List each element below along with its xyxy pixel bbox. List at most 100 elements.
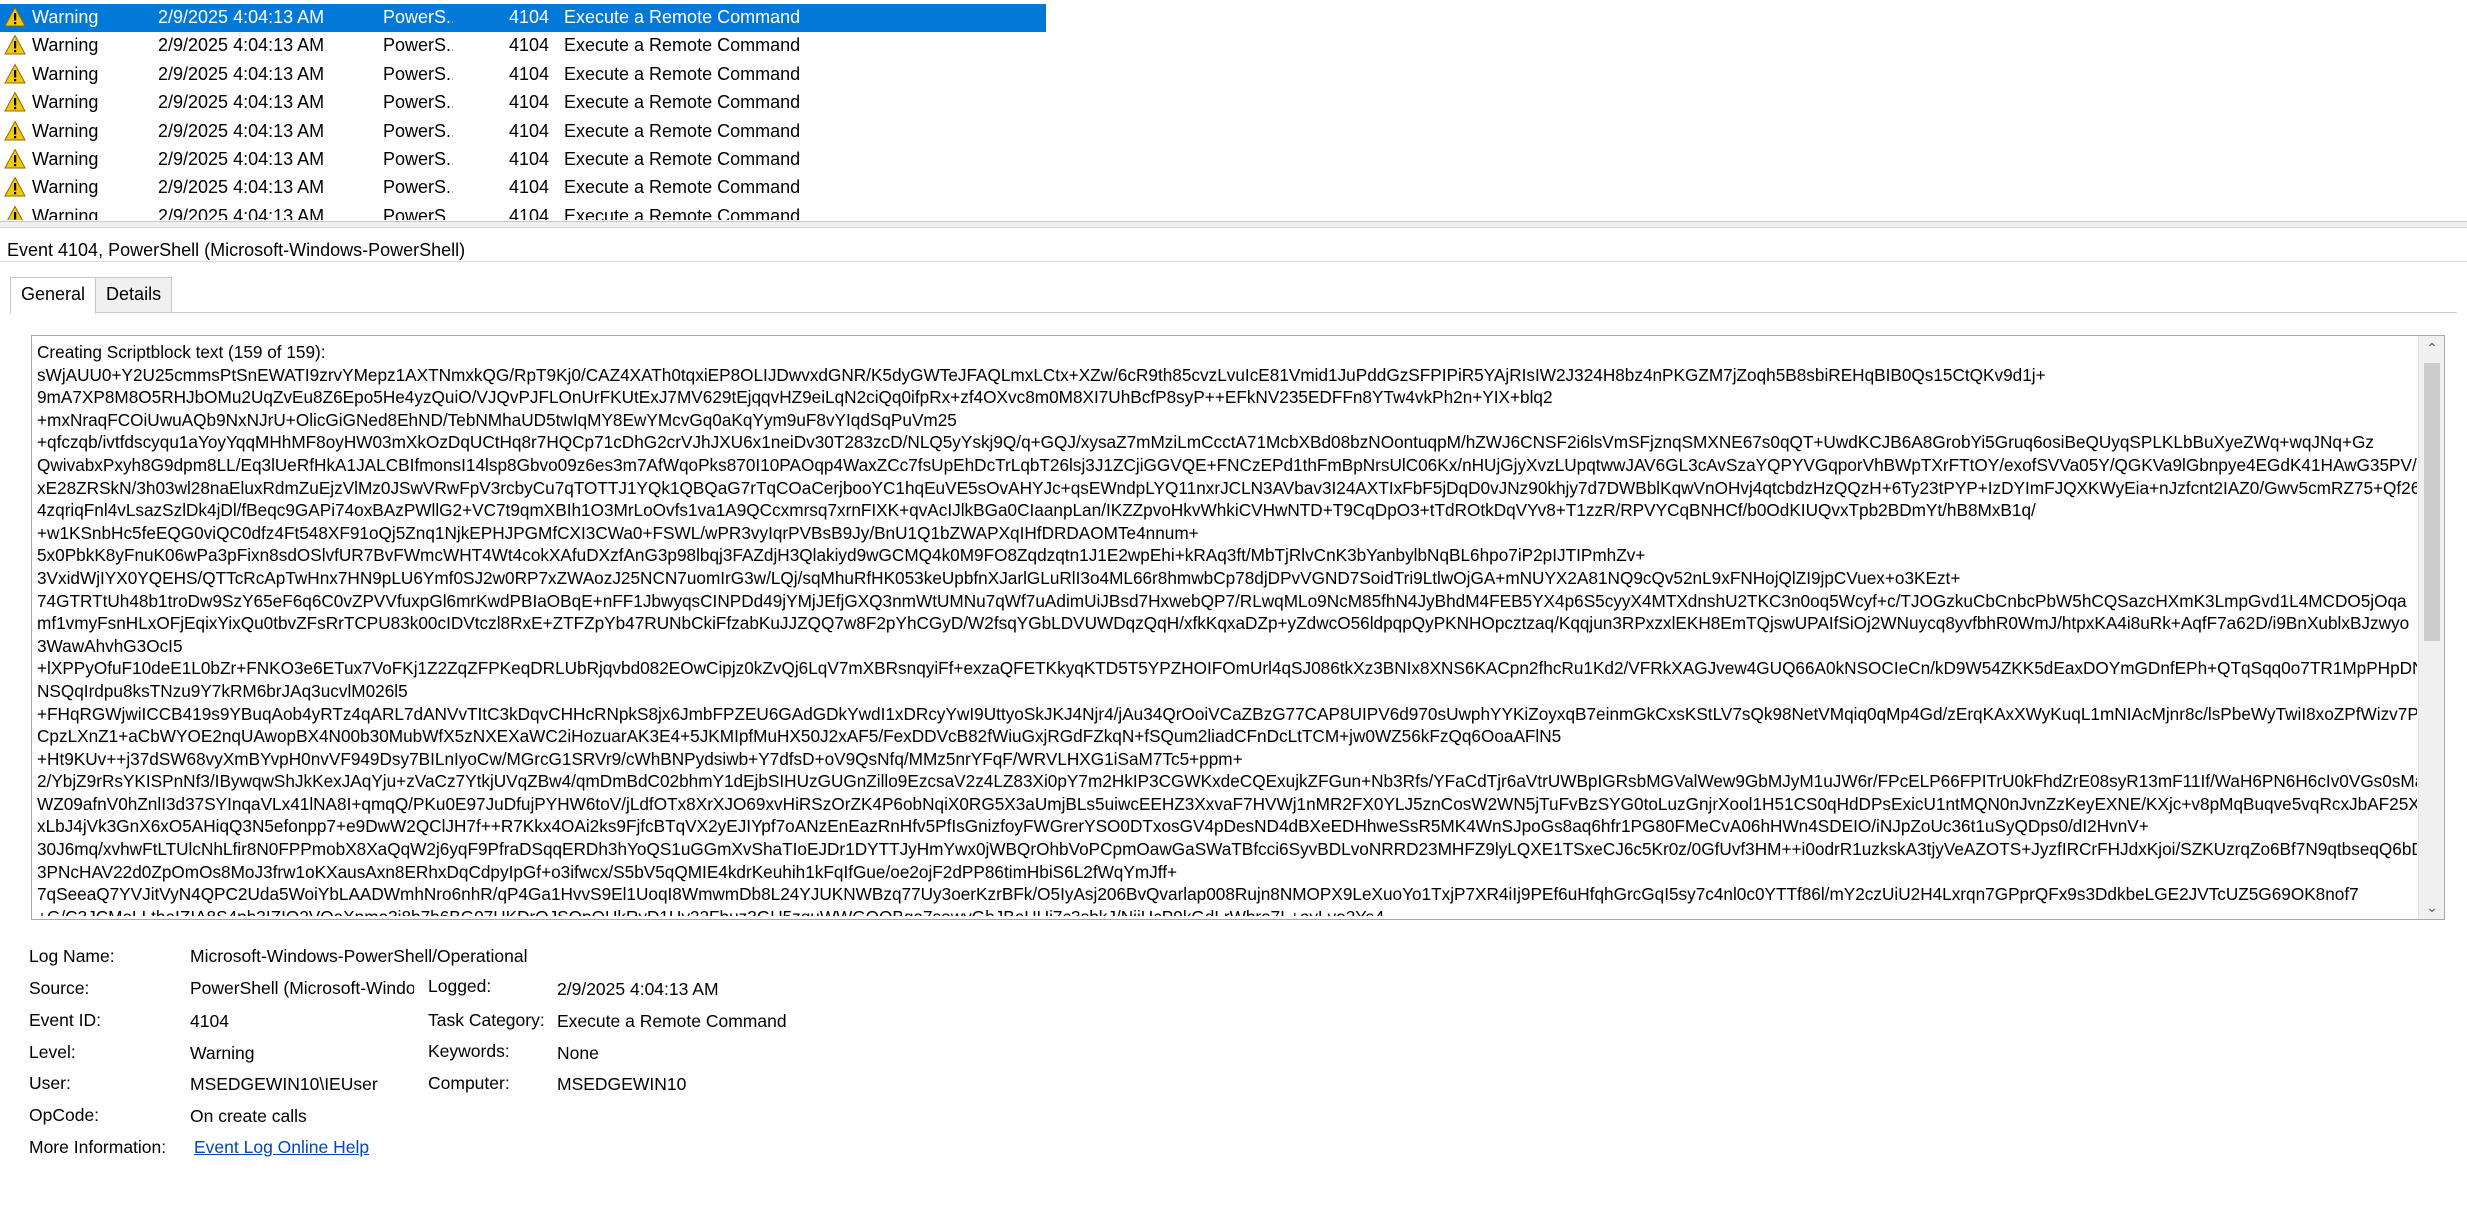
message-line: 74GTRTtUh48b1troDw9SzY65eF6q6C0vZPVVfuxp… <box>37 590 2407 611</box>
event-message-text[interactable]: Creating Scriptblock text (159 of 159): s… <box>37 341 2417 916</box>
message-line: +qfczqb/ivtfdscyqu1aYoyYqqMHhMF8oyHW03mX… <box>37 432 2374 453</box>
event-level: Warning <box>32 63 99 84</box>
message-line: 30J6mq/xvhwFtLTUlcNhLfir8N0FPPmobX8XaQqW… <box>37 839 2417 860</box>
event-id: 4104 <box>509 63 550 84</box>
event-source: PowerS... <box>383 149 453 169</box>
source-value: PowerShell (Microsoft-Windo <box>190 978 414 998</box>
event-id: 4104 <box>509 120 550 141</box>
message-line: 3WawAhvhG3OcI5 <box>37 635 183 656</box>
event-date: 2/9/2025 4:04:13 AM <box>158 63 325 84</box>
event-id-value: 4104 <box>190 1011 229 1031</box>
event-row[interactable]: Warning 2/9/2025 4:04:13 AM PowerS... 41… <box>0 203 1046 220</box>
event-row[interactable]: Warning 2/9/2025 4:04:13 AM PowerS... 41… <box>0 118 1046 146</box>
event-row[interactable]: Warning 2/9/2025 4:04:13 AM PowerS... 41… <box>0 146 1046 174</box>
event-date: 2/9/2025 4:04:13 AM <box>158 205 325 220</box>
message-line: 9mA7XP8M8O5RHJbOMu2UqZvEu8Z6Epo5He4yzQui… <box>37 387 1553 408</box>
event-id: 4104 <box>509 177 550 198</box>
event-level: Warning <box>32 35 99 56</box>
computer-label: Computer: <box>428 1073 510 1093</box>
message-line: +lXPPyOfuF10deE1L0bZr+FNKO3e6ETux7VoFKj1… <box>37 658 2417 679</box>
event-row[interactable]: Warning 2/9/2025 4:04:13 AM PowerS... 41… <box>0 174 1046 202</box>
message-line: sWjAUU0+Y2U25cmmsPtSnEWATI9zrvYMepz1AXTN… <box>37 364 2046 385</box>
event-source: PowerS... <box>383 63 453 84</box>
message-line: Creating Scriptblock text (159 of 159): <box>37 342 326 362</box>
event-task-category: Execute a Remote Command <box>564 120 801 141</box>
computer-value: MSEDGEWIN10 <box>557 1074 687 1094</box>
logged-value: 2/9/2025 4:04:13 AM <box>557 979 719 999</box>
keywords-label: Keywords: <box>428 1041 510 1061</box>
message-line: 2/YbjZ9rRsYKISPnNf3/IBywqwShJkKexJAqYju+… <box>37 771 2417 792</box>
event-row[interactable]: Warning 2/9/2025 4:04:13 AM PowerS... 41… <box>0 4 1046 32</box>
event-level: Warning <box>32 120 99 141</box>
pane-splitter[interactable] <box>0 221 2467 228</box>
keywords-value: None <box>557 1043 599 1063</box>
more-information-label: More Information: <box>29 1137 167 1157</box>
event-date: 2/9/2025 4:04:13 AM <box>158 149 325 169</box>
event-date: 2/9/2025 4:04:13 AM <box>158 7 325 27</box>
detail-title: Event 4104, PowerShell (Microsoft-Window… <box>7 240 466 260</box>
scroll-down-arrow-icon[interactable]: ⌄ <box>2419 895 2444 919</box>
event-source: PowerS... <box>383 177 453 198</box>
logged-label: Logged: <box>428 976 492 996</box>
task-category-label: Task Category: <box>428 1010 545 1030</box>
event-level: Warning <box>32 149 99 169</box>
event-level: Warning <box>32 177 99 198</box>
message-line: CpzLXnZ1+aCbWYOE2nqUAwopBX4N00b30MubWfX5… <box>37 726 1562 747</box>
opcode-label: OpCode: <box>29 1105 100 1125</box>
event-log-online-help-link[interactable]: Event Log Online Help <box>194 1137 369 1158</box>
warning-icon <box>4 176 26 198</box>
message-line: +mxNraqFCOiUwuAQb9NxNJrU+OlicGiGNed8EhND… <box>37 409 957 430</box>
log-name-label: Log Name: <box>29 946 115 966</box>
message-line: 3VxidWjIYX0YQEHS/QTTcRcApTwHnx7HN9pLU6Ym… <box>37 567 1961 588</box>
event-id: 4104 <box>509 92 550 113</box>
event-id: 4104 <box>509 35 550 56</box>
event-task-category: Execute a Remote Command <box>564 177 801 198</box>
scrollbar-thumb[interactable] <box>2424 363 2440 641</box>
event-date: 2/9/2025 4:04:13 AM <box>158 177 325 198</box>
tab-general[interactable]: General <box>10 277 97 314</box>
message-line: 5x0PbkK8yFnuK06wPa3pFixn8sdOSlvfUR7BvFWm… <box>37 545 1646 566</box>
event-level: Warning <box>32 92 99 113</box>
warning-icon <box>4 120 26 142</box>
event-message-box[interactable]: Creating Scriptblock text (159 of 159): s… <box>31 335 2445 920</box>
message-line: 4zqriqFnl4vLsazSzlDk4jDl/fBeqc9GAPi74oxB… <box>37 500 2036 521</box>
message-line: NSQqIrdpu8ksTNzu9Y7kRM6brJAq3ucvlM026l5 <box>37 680 408 701</box>
scroll-up-arrow-icon[interactable]: ⌃ <box>2419 336 2444 360</box>
event-source: PowerS... <box>383 120 453 141</box>
event-level: Warning <box>32 205 99 220</box>
event-id: 4104 <box>509 205 550 220</box>
warning-icon <box>4 34 26 56</box>
message-line: +w1KSnbHc5feEQG0viQC0dfz4Ft548XF91oQj5Zn… <box>37 522 1199 543</box>
event-list[interactable]: Warning 2/9/2025 4:04:13 AM PowerS... 41… <box>0 0 2467 220</box>
level-value: Warning <box>190 1043 255 1063</box>
event-date: 2/9/2025 4:04:13 AM <box>158 120 325 141</box>
event-row[interactable]: Warning 2/9/2025 4:04:13 AM PowerS... 41… <box>0 61 1046 89</box>
message-line: mf1vmyFsnHLxOFjEqixYixQu0tbvZFsRrTCPU83k… <box>37 613 2410 634</box>
task-category-value: Execute a Remote Command <box>557 1011 787 1031</box>
message-line: xLbJ4jVk3GnX6xO5AHiqQ3N5efonpp7+e9DwW2QC… <box>37 816 2149 837</box>
event-source: PowerS... <box>383 7 453 27</box>
event-id: 4104 <box>509 149 550 169</box>
opcode-value: On create calls <box>190 1106 307 1126</box>
event-row[interactable]: Warning 2/9/2025 4:04:13 AM PowerS... 41… <box>0 89 1046 117</box>
event-date: 2/9/2025 4:04:13 AM <box>158 35 325 56</box>
warning-icon <box>4 6 26 28</box>
message-line: WZ09afnV0hZnlI3d37SYInqaVLx41lNA8I+qmqQ/… <box>37 793 2417 814</box>
message-scrollbar[interactable]: ⌃ ⌄ <box>2418 336 2444 919</box>
source-label: Source: <box>29 978 90 998</box>
event-level: Warning <box>32 7 99 27</box>
event-task-category: Execute a Remote Command <box>564 35 801 56</box>
event-row[interactable]: Warning 2/9/2025 4:04:13 AM PowerS... 41… <box>0 32 1046 60</box>
event-task-category: Execute a Remote Command <box>564 149 801 169</box>
warning-icon <box>4 63 26 85</box>
tab-details[interactable]: Details <box>95 277 173 313</box>
event-source: PowerS... <box>383 92 453 113</box>
message-line: 7qSeeaQ7YVJitVyN4QPC2Uda5WoiYbLAADWmhNro… <box>37 884 2359 905</box>
user-value: MSEDGEWIN10\IEUser <box>190 1074 378 1094</box>
user-label: User: <box>29 1073 71 1093</box>
event-id: 4104 <box>509 7 550 27</box>
message-line: +G/C3JCMoLLtheIZIA8S4pb3IZIO2VOaXpmo3j8h… <box>37 906 2417 916</box>
event-task-category: Execute a Remote Command <box>564 205 801 220</box>
event-task-category: Execute a Remote Command <box>564 7 801 27</box>
message-line: +FHqRGWjwiICCB419s9YBuqAob4yRTz4qARL7dAN… <box>37 703 2417 724</box>
